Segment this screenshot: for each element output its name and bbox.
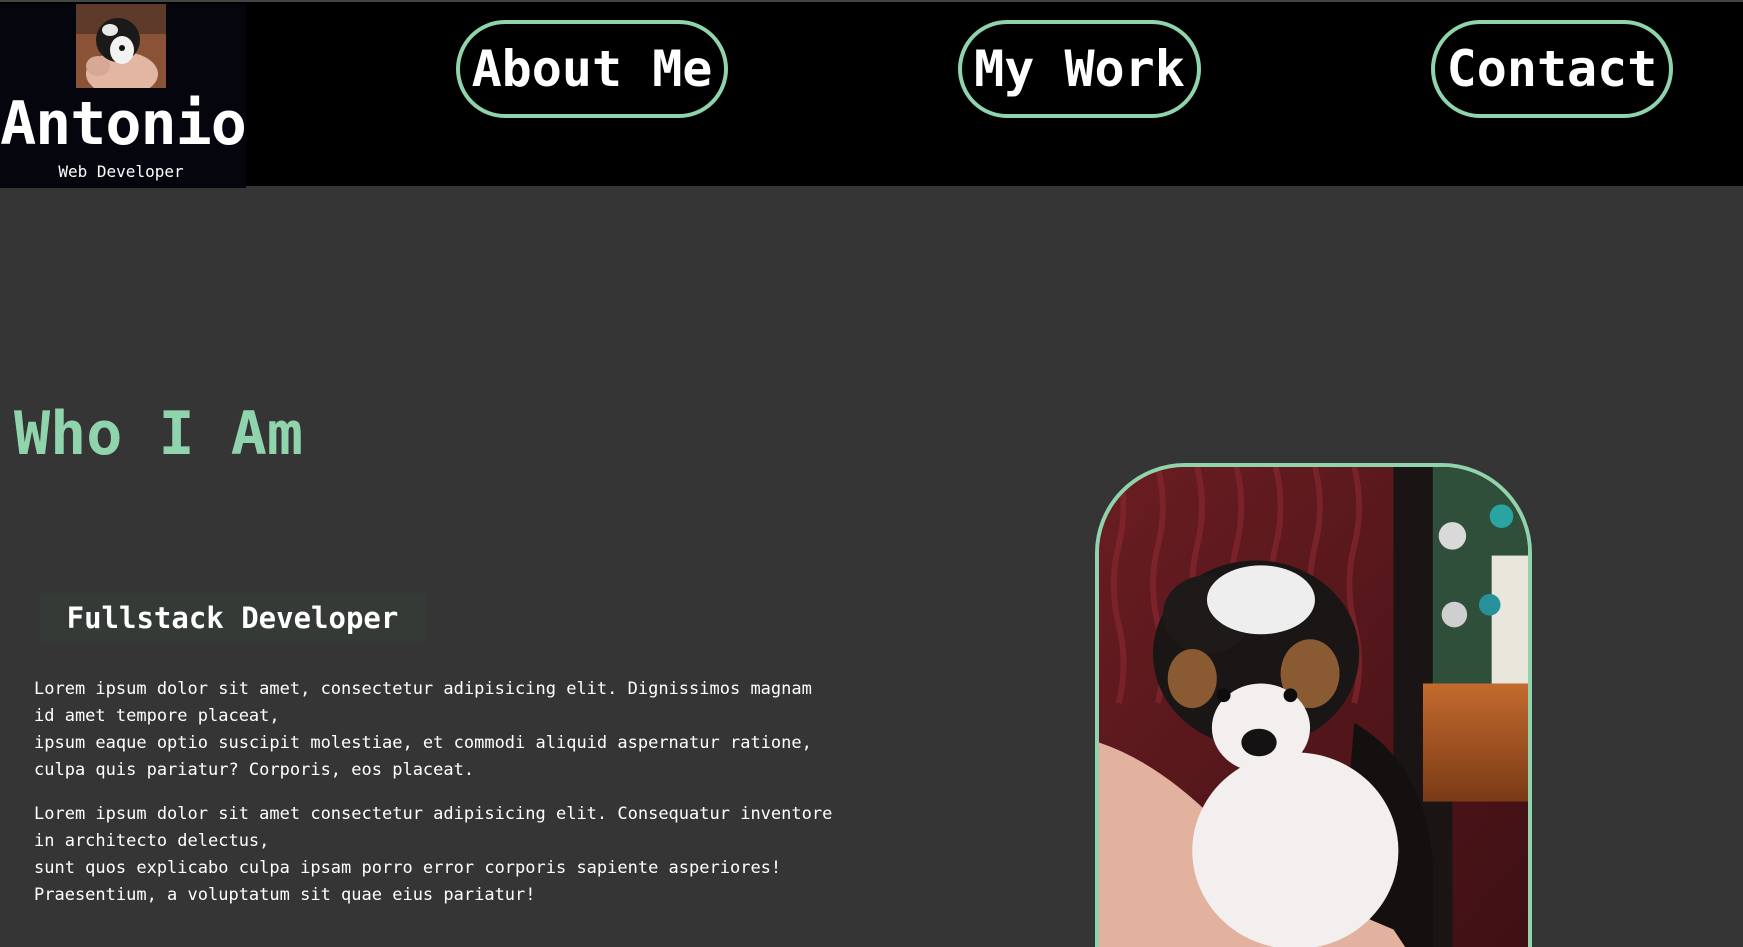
paragraph-line: Lorem ipsum dolor sit amet consectetur a… xyxy=(34,804,833,824)
paragraph-line: culpa quis pariatur? Corporis, eos place… xyxy=(34,760,475,780)
brand-role: Web Developer xyxy=(58,162,184,181)
brand: Antonio Web Developer xyxy=(0,4,247,188)
nav-contact-button[interactable]: Contact xyxy=(1431,20,1673,118)
paragraph-line: sunt quos explicabo culpa ipsam porro er… xyxy=(34,858,782,878)
nav-about-me-button[interactable]: About Me xyxy=(456,20,728,118)
puppy-avatar-icon xyxy=(76,4,166,88)
avatar xyxy=(76,4,166,88)
paragraph-line: id amet tempore placeat, xyxy=(34,706,280,726)
subtitle: Fullstack Developer xyxy=(66,601,399,635)
paragraph-line: Lorem ipsum dolor sit amet, consectetur … xyxy=(34,679,812,699)
puppy-photo-icon xyxy=(1099,467,1528,947)
section-title: Who I Am xyxy=(14,399,303,469)
profile-photo xyxy=(1095,463,1532,947)
intro-paragraph-2: Lorem ipsum dolor sit amet consectetur a… xyxy=(34,801,834,909)
site-header: Antonio Web Developer About Me My Work C… xyxy=(0,0,1743,188)
paragraph-line: Praesentium, a voluptatum sit quae eius … xyxy=(34,885,536,905)
brand-name: Antonio xyxy=(0,89,247,159)
paragraph-line: in architecto delectus, xyxy=(34,831,270,851)
nav-my-work-button[interactable]: My Work xyxy=(958,20,1201,118)
paragraph-line: ipsum eaque optio suscipit molestiae, et… xyxy=(34,733,812,753)
intro-paragraph-1: Lorem ipsum dolor sit amet, consectetur … xyxy=(34,676,834,784)
subtitle-box: Fullstack Developer xyxy=(40,593,425,643)
